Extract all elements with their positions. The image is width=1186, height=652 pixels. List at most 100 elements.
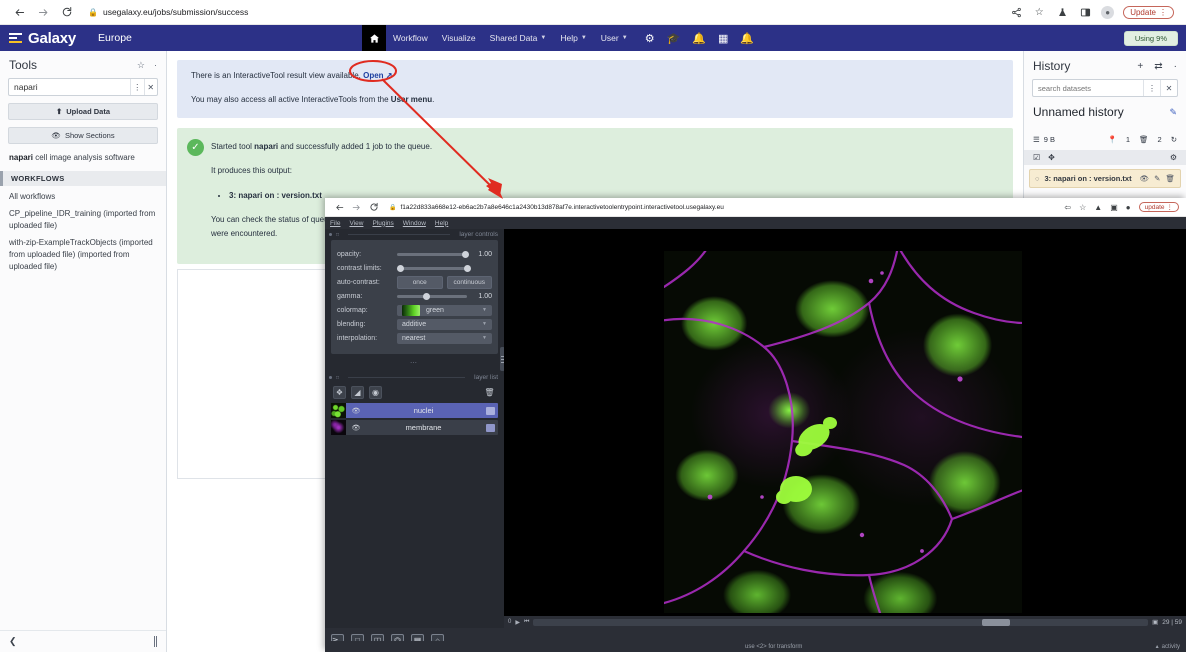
tool-search-input[interactable] [9, 79, 130, 95]
extensions-icon[interactable] [1055, 5, 1069, 19]
address-bar[interactable]: 🔒 usegalaxy.eu/jobs/submission/success [88, 4, 648, 21]
switch-histories-icon[interactable]: ⇄ [1154, 61, 1162, 72]
alert-bell-icon[interactable]: 🔔 [740, 32, 754, 45]
clear-icon[interactable]: ✕ [1160, 80, 1177, 96]
forward-arrow-icon[interactable] [349, 200, 364, 215]
panel-resize-handle[interactable] [154, 636, 157, 647]
tutorial-icon[interactable]: 🎓 [667, 32, 681, 45]
history-name[interactable]: Unnamed history [1033, 105, 1124, 119]
forward-arrow-icon[interactable] [32, 1, 54, 23]
back-arrow-icon[interactable] [8, 1, 30, 23]
close-dock-icon[interactable]: □ [336, 375, 339, 381]
galaxy-logo[interactable]: Galaxy Europe [0, 30, 132, 47]
tool-search-result[interactable]: napari cell image analysis software [0, 144, 166, 164]
menu-window[interactable]: Window [403, 220, 426, 227]
auto-contrast-once-button[interactable]: once [397, 276, 443, 289]
dims-slider-thumb[interactable] [982, 619, 1010, 626]
show-sections-button[interactable]: 👁 Show Sections [8, 127, 158, 144]
share-icon[interactable] [1009, 5, 1023, 19]
masthead-item-visualize[interactable]: Visualize [435, 25, 483, 51]
dims-slider[interactable] [533, 619, 1148, 626]
contrast-limits-slider[interactable] [397, 262, 467, 274]
ellipsis-icon[interactable]: · [154, 60, 157, 70]
masthead-item-help[interactable]: Help ▼ [553, 25, 593, 51]
add-shapes-icon[interactable]: ◢ [351, 386, 364, 399]
gamma-slider[interactable] [397, 290, 467, 302]
history-search-box[interactable]: ⋮ ✕ [1032, 79, 1178, 97]
advanced-search-icon[interactable]: ⋮ [130, 79, 144, 95]
upload-data-button[interactable]: ⬆ Upload Data [8, 103, 158, 120]
admin-gear-icon[interactable]: ⚙ [645, 32, 655, 45]
star-icon[interactable]: ☆ [1079, 203, 1086, 212]
slider-knob[interactable] [462, 251, 469, 258]
reload-icon[interactable] [56, 1, 78, 23]
checkbox-icon[interactable]: ☑ [1033, 153, 1040, 162]
dock-splitter[interactable]: ⋯ [325, 354, 504, 372]
masthead-item-workflow[interactable]: Workflow [386, 25, 435, 51]
back-arrow-icon[interactable] [332, 200, 347, 215]
chevron-left-icon[interactable]: ❮ [9, 636, 17, 647]
star-icon[interactable]: ☆ [137, 60, 145, 71]
side-panel-icon[interactable] [1078, 5, 1092, 19]
notification-bell-icon[interactable]: 🔔 [692, 32, 706, 45]
layer-row-membrane[interactable]: 👁 membrane [331, 420, 498, 435]
profile-avatar-icon[interactable]: ● [1126, 203, 1131, 212]
menu-view[interactable]: View [349, 220, 363, 227]
step-icon[interactable]: ⏮ [524, 619, 529, 626]
eye-icon[interactable]: 👁 [1140, 174, 1150, 183]
ellipsis-icon[interactable]: · [1174, 61, 1177, 72]
home-icon[interactable] [362, 25, 386, 51]
napari-canvas[interactable] [504, 229, 1186, 628]
menu-file[interactable]: File [330, 220, 340, 227]
float-dock-icon[interactable] [329, 376, 332, 379]
menu-plugins[interactable]: Plugins [372, 220, 393, 227]
map-pin-icon[interactable]: 📍 [1107, 135, 1116, 144]
menu-help[interactable]: Help [435, 220, 448, 227]
grid-apps-icon[interactable]: ▦ [718, 32, 728, 45]
add-points-icon[interactable]: ❖ [333, 386, 346, 399]
trash-icon[interactable]: 🗑 [483, 386, 496, 399]
clear-icon[interactable]: ✕ [144, 79, 158, 95]
activity-indicator[interactable]: ▴ activity [1156, 643, 1180, 650]
drag-handle-icon[interactable]: ✥ [1048, 153, 1055, 162]
slider-knob[interactable] [423, 293, 430, 300]
masthead-item-shared-data[interactable]: Shared Data ▼ [483, 25, 554, 51]
layer-row-nuclei[interactable]: 👁 nuclei [331, 403, 498, 418]
slider-knob-low[interactable] [397, 265, 404, 272]
add-labels-icon[interactable]: ◉ [369, 386, 382, 399]
usage-badge[interactable]: Using 9% [1124, 31, 1178, 46]
side-panel-icon[interactable]: ▣ [1110, 203, 1118, 212]
update-button[interactable]: Update ⋮ [1123, 6, 1174, 19]
update-button[interactable]: update ⋮ [1139, 202, 1179, 212]
pencil-icon[interactable]: ✎ [1154, 174, 1160, 183]
workflow-item-cp-pipeline[interactable]: CP_pipeline_IDR_training (imported from … [0, 203, 166, 232]
extensions-icon[interactable]: ▲ [1094, 203, 1102, 212]
float-dock-icon[interactable] [329, 233, 332, 236]
plus-icon[interactable]: + [1137, 61, 1143, 72]
interpolation-select[interactable]: nearest ▼ [397, 333, 492, 344]
close-dock-icon[interactable]: □ [336, 232, 339, 238]
play-icon[interactable]: ▶ [515, 619, 520, 626]
workflow-item-track-objects[interactable]: with-zip-ExampleTrackObjects (imported f… [0, 232, 166, 273]
napari-address-bar[interactable]: 🔒 f1a22d833a668e12-eb6ac2b7a8e646c1a2430… [389, 204, 724, 211]
trash-icon[interactable]: 🗑 [1165, 174, 1175, 183]
profile-avatar-icon[interactable]: ● [1101, 6, 1114, 19]
workflow-item-all[interactable]: All workflows [0, 186, 166, 203]
auto-contrast-continuous-button[interactable]: continuous [447, 276, 493, 289]
tool-search-box[interactable]: ⋮ ✕ [8, 78, 158, 96]
colormap-select[interactable]: green ▼ [397, 305, 492, 316]
eye-icon[interactable]: 👁 [351, 407, 361, 415]
opacity-slider[interactable] [397, 248, 467, 260]
eye-icon[interactable]: 👁 [351, 424, 361, 432]
gear-icon[interactable]: ⚙ [1170, 153, 1177, 162]
history-search-input[interactable] [1033, 80, 1143, 96]
trash-icon[interactable]: 🗑 [1139, 135, 1149, 144]
pencil-icon[interactable]: ✎ [1169, 107, 1177, 118]
masthead-item-user[interactable]: User ▼ [594, 25, 635, 51]
star-icon[interactable]: ☆ [1032, 5, 1046, 19]
kebab-menu-icon[interactable]: ⋮ [1167, 203, 1174, 211]
kebab-menu-icon[interactable]: ⋮ [1159, 8, 1167, 17]
refresh-icon[interactable]: ↻ [1171, 135, 1177, 144]
table-row[interactable]: ◌ 3: napari on : version.txt 👁 ✎ 🗑 [1029, 169, 1181, 188]
reload-icon[interactable] [366, 200, 381, 215]
